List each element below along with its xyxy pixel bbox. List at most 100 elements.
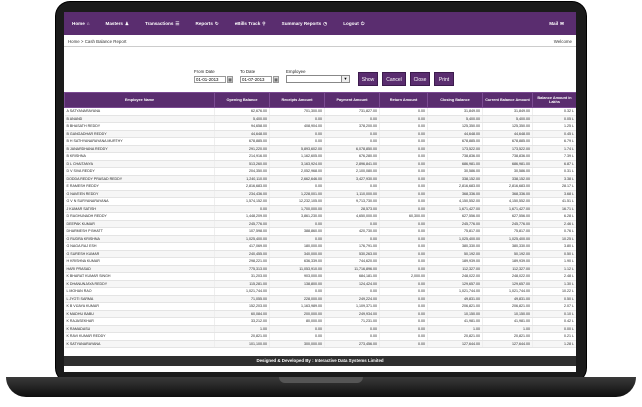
amount-cell: 0.00: [324, 220, 380, 228]
nav-item-summary-reports[interactable]: Summary Reports ◷: [274, 12, 336, 35]
column-header[interactable]: Current Balance Amount: [482, 92, 533, 108]
table-row[interactable]: B ANAND 5,400.00 0.00 0.00 0.00 5,400.00 5,400…: [64, 115, 576, 123]
table-row[interactable]: K RAMADASU 1.00 0.00 0.00 0.00 1.00 1.00 0.00 L: [64, 325, 576, 333]
amount-cell: 0.50 L: [532, 295, 576, 303]
amount-cell: 9,713,730.00: [324, 197, 380, 206]
amount-cell: 273,456.00: [324, 340, 380, 348]
nav-item-reports[interactable]: Reports ↻: [188, 12, 227, 35]
table-row[interactable]: B KRISHNA 214,916.00 1,162,605.00 676,280.0…: [64, 152, 576, 161]
from-calendar-icon[interactable]: ▦: [227, 76, 233, 83]
table-row[interactable]: E RAMESH REDDY 2,816,683.00 0.00 0.00 0.00 2,…: [64, 182, 576, 191]
table-row[interactable]: K RAJASEKHAR 33,212.00 80,000.00 71,231.00 0…: [64, 317, 576, 326]
table-row[interactable]: K MADHU BABU 60,084.00 200,000.00 249,934.0…: [64, 310, 576, 318]
to-date-input[interactable]: 01-07-2013: [240, 76, 272, 83]
column-header[interactable]: Employee Name: [64, 92, 215, 108]
show-button[interactable]: Show: [358, 72, 378, 86]
table-row[interactable]: D RAGHUNADH REDDY 1,448,209.00 3,861,230.0…: [64, 212, 576, 221]
table-row[interactable]: D L CHAITANYA 513,260.00 3,163,924.00 2,896…: [64, 160, 576, 168]
employee-name-cell: G SURESH KUMAR: [64, 250, 215, 258]
amount-cell: 1.30 L: [532, 280, 576, 288]
amount-cell: 6.87 L: [532, 160, 576, 168]
table-row[interactable]: K DHANUNJAYA REDDY 115,281.00 138,800.00 12…: [64, 280, 576, 288]
table-row[interactable]: DHARMESH P BHATT 107,598.00 388,860.00 420,…: [64, 227, 576, 236]
amount-cell: 41,981.00: [482, 317, 533, 326]
amount-cell: 380,330.00: [482, 242, 533, 251]
amount-cell: 41,981.00: [427, 317, 483, 326]
table-row[interactable]: G SURESH KUMAR 240,455.00 340,000.00 530,26…: [64, 250, 576, 258]
table-row[interactable]: K SATYANARAYANA 101,100.00 300,000.00 273,4…: [64, 340, 576, 348]
welcome-text: Welcome: [553, 39, 572, 44]
table-row[interactable]: B H SATHYANARAYANA MURTHY 678,885.00 0.00 0…: [64, 137, 576, 146]
amount-cell: 75,817.00: [427, 227, 483, 236]
amount-cell: 1,671,427.00: [482, 205, 533, 213]
nav-item-ebills-track[interactable]: eBills Track ⚲: [227, 12, 274, 35]
table-row[interactable]: H KRISHNA KUMAR 298,221.00 636,339.00 744,6…: [64, 257, 576, 266]
table-row[interactable]: J KUMAR SATISH 0.00 1,700,000.00 28,573.00 0…: [64, 205, 576, 213]
amount-cell: 6.28 L: [532, 212, 576, 221]
amount-cell: 1.12 L: [532, 265, 576, 273]
cancel-button[interactable]: Cancel: [382, 72, 406, 86]
amount-cell: 678,885.00: [214, 137, 270, 146]
table-row[interactable]: G V N SURYANARAYANA 1,574,152.00 12,232,10…: [64, 197, 576, 206]
nav-item-transactions[interactable]: Transactions ☰: [137, 12, 187, 35]
table-row[interactable]: DODDA REDDY PRASAD REDDY 1,240,110.00 2,66…: [64, 175, 576, 183]
nav-item-label: eBills Track: [234, 21, 261, 26]
table-row[interactable]: G NAGA RAJ ESH 417,069.00 180,000.00 176,79…: [64, 242, 576, 251]
table-row[interactable]: B GANGADHAR REDDY 44,648.00 0.00 0.00 0.00 44…: [64, 130, 576, 138]
amount-cell: 20,821.00: [427, 332, 483, 341]
table-row[interactable]: K B VIJAYA KUMAR 152,203.00 1,163,989.00 1,…: [64, 302, 576, 311]
nav-item-logout[interactable]: Logout ⏻: [335, 12, 372, 35]
amount-cell: 291,220.00: [214, 145, 270, 153]
table-row[interactable]: G RUDRA KRISHNA 1,025,400.00 0.00 0.00 0.00 1…: [64, 235, 576, 243]
employee-name-cell: B GANGADHAR REDDY: [64, 130, 215, 138]
table-row[interactable]: G NAVEEN REDDY 234,436.00 1,228,001.00 1,11…: [64, 190, 576, 198]
column-header[interactable]: Payment Amount: [324, 92, 380, 108]
table-row[interactable]: HARI PRASAD 775,313.00 11,053,910.00 11,716…: [64, 265, 576, 273]
amount-cell: 0.00: [379, 280, 428, 288]
table-row[interactable]: B JANARDHANA REDDY 291,220.00 5,893,602.00…: [64, 145, 576, 153]
column-header[interactable]: Return Amount: [379, 92, 428, 108]
divider: [64, 46, 576, 47]
amount-cell: 0.00: [269, 287, 325, 296]
close-button[interactable]: Close: [410, 72, 430, 86]
table-row[interactable]: A SATYANARAYANA 62,676.00 701,300.00 731,82…: [64, 107, 576, 116]
nav-item-mail[interactable]: Mail ✉: [549, 12, 564, 35]
amount-cell: 0.00: [324, 182, 380, 191]
print-button[interactable]: Print: [434, 72, 454, 86]
amount-cell: 1,228,001.00: [269, 190, 325, 198]
employee-select[interactable]: ▼: [286, 75, 350, 83]
table-row[interactable]: K RAVI KUMAR REDDY 20,821.00 0.00 0.00 0.00 2…: [64, 332, 576, 341]
amount-cell: 0.00: [214, 205, 270, 213]
amount-cell: 0.50 L: [532, 250, 576, 258]
amount-cell: 28,573.00: [324, 205, 380, 213]
table-row[interactable]: L MOHAN RAO 1,021,744.00 0.00 0.00 0.00 1,021…: [64, 287, 576, 296]
nav-item-masters[interactable]: Masters ♟: [98, 12, 138, 35]
nav-item-home[interactable]: Home ⌂: [64, 12, 98, 35]
table-row[interactable]: L JYOTI SARMA 71,055.00 228,000.00 249,224.…: [64, 295, 576, 303]
amount-cell: 138,800.00: [269, 280, 325, 288]
report-table-container[interactable]: Employee Name Opening Balance Receipts Amo…: [64, 92, 576, 368]
amount-cell: 0.00: [269, 235, 325, 243]
employee-name-cell: G V N SURYANARAYANA: [64, 197, 215, 206]
table-row[interactable]: B BHASATH REDDY 94,658.00 408,904.00 378,20…: [64, 122, 576, 131]
amount-cell: 1.28 L: [532, 340, 576, 348]
column-header[interactable]: Opening Balance: [214, 92, 270, 108]
table-row[interactable]: DEEPAK KUMAR 245,776.00 0.00 0.00 0.00 245,77…: [64, 220, 576, 228]
from-date-input[interactable]: 01-01-2013: [194, 76, 226, 83]
column-header[interactable]: Balance Amount in Lakhs: [532, 92, 576, 108]
to-calendar-icon[interactable]: ▦: [273, 76, 279, 83]
table-row[interactable]: K BHARAT KUMAR SINGH 31,203.00 903,000.00 6…: [64, 272, 576, 281]
breadcrumb: Home > Cash Balance Report: [68, 39, 127, 44]
column-header[interactable]: Closing Balance: [427, 92, 483, 108]
amount-cell: 627,556.00: [482, 212, 533, 221]
table-row[interactable]: D V SIVA REDDY 204,350.00 2,052,968.00 2,10…: [64, 167, 576, 176]
to-date-label: To Date: [240, 69, 256, 74]
column-header[interactable]: Receipts Amount: [269, 92, 325, 108]
amount-cell: 0.00: [379, 250, 428, 258]
amount-cell: 0.10 L: [532, 310, 576, 318]
employee-name-cell: K MADHU BABU: [64, 310, 215, 318]
amount-cell: 1,021,744.00: [427, 287, 483, 296]
amount-cell: 0.00: [269, 130, 325, 138]
amount-cell: 0.00: [379, 182, 428, 191]
search-icon: ⚲: [262, 20, 266, 26]
